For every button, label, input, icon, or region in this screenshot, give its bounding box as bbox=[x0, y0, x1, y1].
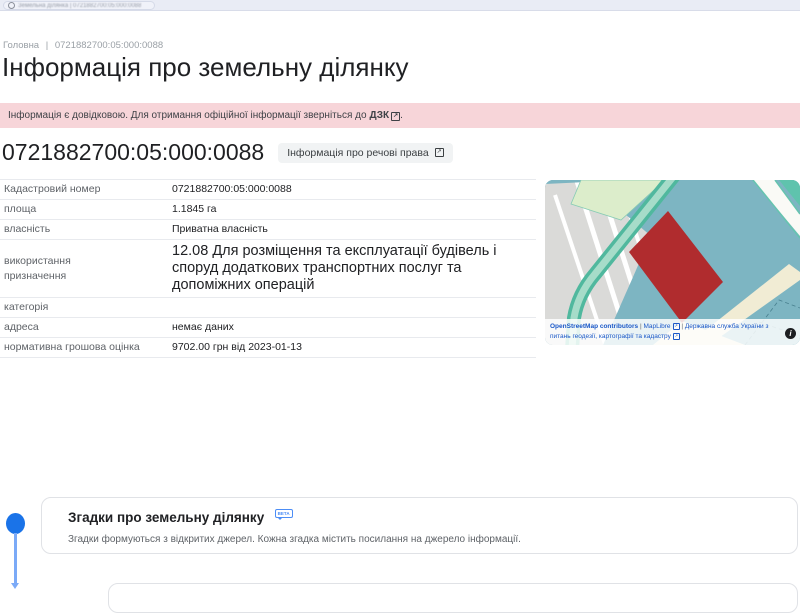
detail-label: площа bbox=[4, 203, 37, 215]
page: { "colors": { "accent_blue": "#1a73e8", … bbox=[0, 0, 800, 613]
parcel-map[interactable]: OpenStreetMap contributors | MapLibre ↗ |… bbox=[545, 180, 800, 345]
breadcrumb-current: 0721882700:05:000:0088 bbox=[54, 40, 164, 51]
detail-value: 0721882700:05:000:0088 bbox=[172, 183, 292, 195]
mentions-title: Згадки про земельну ділянку bbox=[68, 510, 265, 525]
detail-value: 1.1845 га bbox=[172, 203, 217, 215]
detail-row: нормативна грошова оцінка 9702.00 грн від… bbox=[0, 338, 536, 358]
detail-label: власність bbox=[4, 223, 51, 235]
breadcrumb: Головна | 0721882700:05:000:0088 bbox=[3, 40, 167, 51]
info-icon[interactable]: i bbox=[785, 328, 796, 339]
disclaimer-suffix: . bbox=[400, 110, 403, 121]
parcel-number: 0721882700:05:000:0088 bbox=[2, 139, 265, 165]
mentions-card: Згадки про земельну ділянку BETA Згадки … bbox=[41, 497, 798, 554]
mention-item-card bbox=[108, 583, 798, 613]
rights-info-button[interactable]: Інформація про речові права ↗ bbox=[278, 142, 453, 163]
detail-value: 12.08 Для розміщення та експлуатації буд… bbox=[172, 243, 497, 293]
breadcrumb-separator: | bbox=[45, 40, 49, 51]
maplibre-link[interactable]: MapLibre ↗ bbox=[643, 323, 680, 330]
external-link-icon: ↗ bbox=[672, 323, 680, 330]
details-table: Кадастровий номер 0721882700:05:000:0088 п… bbox=[0, 179, 536, 358]
detail-value: немає даних bbox=[172, 321, 234, 333]
detail-label: використання призначення bbox=[4, 254, 71, 282]
timeline-line bbox=[14, 533, 17, 584]
timeline-dot bbox=[6, 513, 25, 534]
detail-label: нормативна грошова оцінка bbox=[4, 341, 140, 353]
external-link-icon: ↗ bbox=[391, 112, 401, 121]
dzk-link[interactable]: ДЗК ↗ bbox=[370, 110, 401, 121]
detail-row: власність Приватна власність bbox=[0, 220, 536, 240]
timeline-arrow-icon bbox=[11, 583, 19, 589]
map-attribution: OpenStreetMap contributors | MapLibre ↗ |… bbox=[545, 319, 800, 345]
browser-tab-bar: Земельна ділянка | 0721882700:05:000:008… bbox=[0, 0, 800, 11]
detail-label: адреса bbox=[4, 321, 39, 333]
parcel-header: 0721882700:05:000:0088 Інформація про ре… bbox=[2, 139, 453, 166]
mentions-description: Згадки формуються з відкритих джерел. Ко… bbox=[68, 534, 521, 545]
external-link-icon: ↗ bbox=[672, 333, 680, 340]
detail-row: Кадастровий номер 0721882700:05:000:0088 bbox=[0, 180, 536, 200]
page-title: Інформація про земельну ділянку bbox=[2, 52, 409, 82]
detail-label: категорія bbox=[4, 301, 49, 313]
detail-row: категорія bbox=[0, 298, 536, 318]
browser-tab[interactable]: Земельна ділянка | 0721882700:05:000:008… bbox=[3, 1, 155, 10]
osm-link[interactable]: OpenStreetMap contributors bbox=[550, 323, 638, 330]
beta-badge-icon: BETA bbox=[274, 509, 293, 520]
disclaimer-banner: Інформація є довідковою. Для отримання о… bbox=[0, 103, 800, 128]
detail-value: Приватна власність bbox=[172, 223, 268, 235]
disclaimer-text: Інформація є довідковою. Для отримання о… bbox=[8, 110, 367, 121]
detail-label: Кадастровий номер bbox=[4, 183, 101, 195]
tab-favicon-icon bbox=[8, 2, 15, 9]
external-link-icon: ↗ bbox=[434, 148, 444, 157]
breadcrumb-home[interactable]: Головна bbox=[3, 40, 39, 51]
detail-row: площа 1.1845 га bbox=[0, 200, 536, 220]
detail-row: використання призначення 12.08 Для розміще… bbox=[0, 240, 536, 298]
tab-title: Земельна ділянка | 0721882700:05:000:008… bbox=[18, 2, 142, 9]
detail-row: адреса немає даних bbox=[0, 318, 536, 338]
detail-value: 9702.00 грн від 2023-01-13 bbox=[172, 341, 302, 353]
